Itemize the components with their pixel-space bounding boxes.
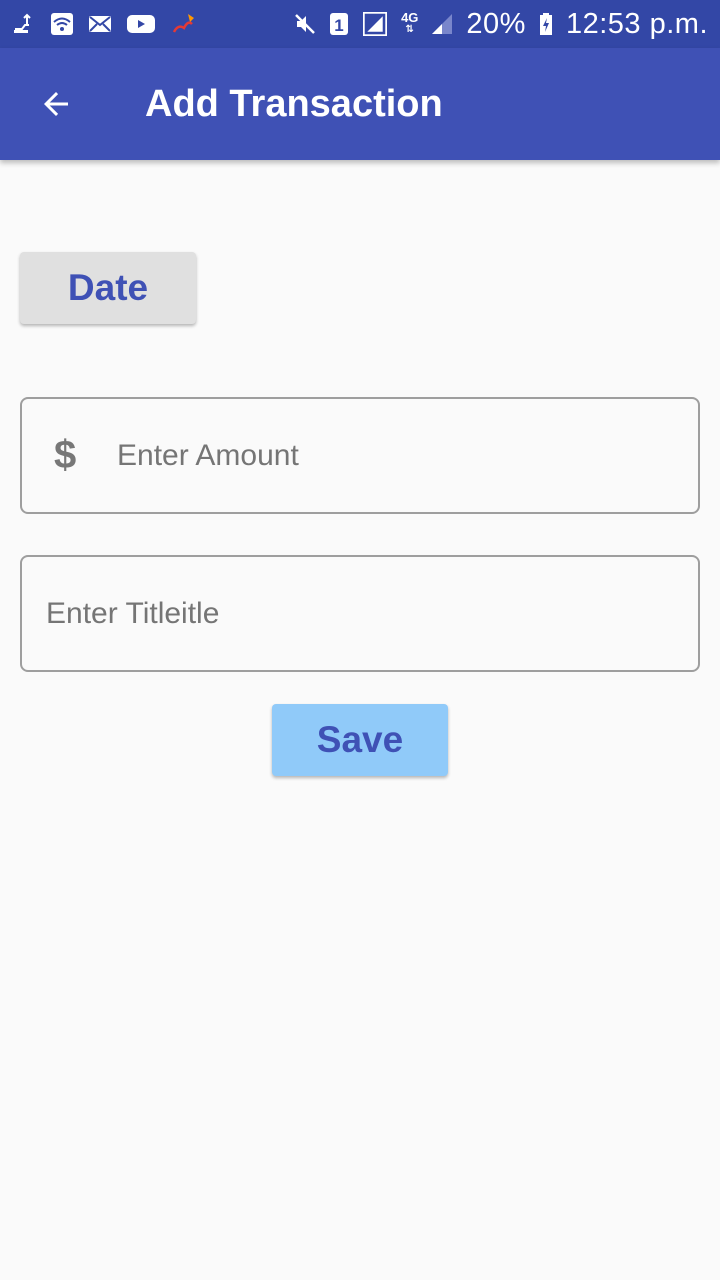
youtube-icon: [127, 15, 155, 33]
status-right-icons: 1 4G ⇅ 20% 12:53 p.m.: [293, 8, 708, 41]
signal-weak-icon: [432, 14, 453, 34]
battery-percent: 20%: [466, 7, 526, 40]
signal-icon: [363, 12, 388, 36]
amount-input[interactable]: [117, 399, 677, 512]
network-4g-icon: 4G ⇅: [401, 10, 419, 36]
clock: 12:53 p.m.: [565, 7, 708, 40]
battery-charging-icon: [539, 13, 552, 35]
back-button[interactable]: [28, 76, 84, 132]
mail-icon: [89, 16, 111, 32]
date-button[interactable]: Date: [20, 252, 196, 324]
wifi-icon: [51, 13, 73, 35]
data-arrows: ⇅: [405, 24, 414, 35]
sim-1-icon: 1: [330, 13, 349, 35]
status-left-icons: [12, 12, 198, 36]
arrow-back-icon: [44, 92, 68, 116]
title-input[interactable]: [46, 557, 676, 670]
save-button[interactable]: Save: [272, 704, 448, 776]
page-title: Add Transaction: [145, 83, 443, 125]
app-bar: Add Transaction: [0, 48, 720, 160]
title-field[interactable]: [20, 555, 700, 672]
usb-icon: [14, 13, 31, 33]
mute-icon: [295, 14, 315, 34]
network-type-label: 4G: [401, 10, 419, 25]
status-bar: 1 4G ⇅ 20% 12:53 p.m.: [0, 0, 720, 48]
svg-text:1: 1: [334, 16, 343, 35]
app-notification-icon: [172, 14, 194, 33]
dollar-icon: $: [54, 433, 77, 477]
amount-field[interactable]: $: [20, 397, 700, 514]
